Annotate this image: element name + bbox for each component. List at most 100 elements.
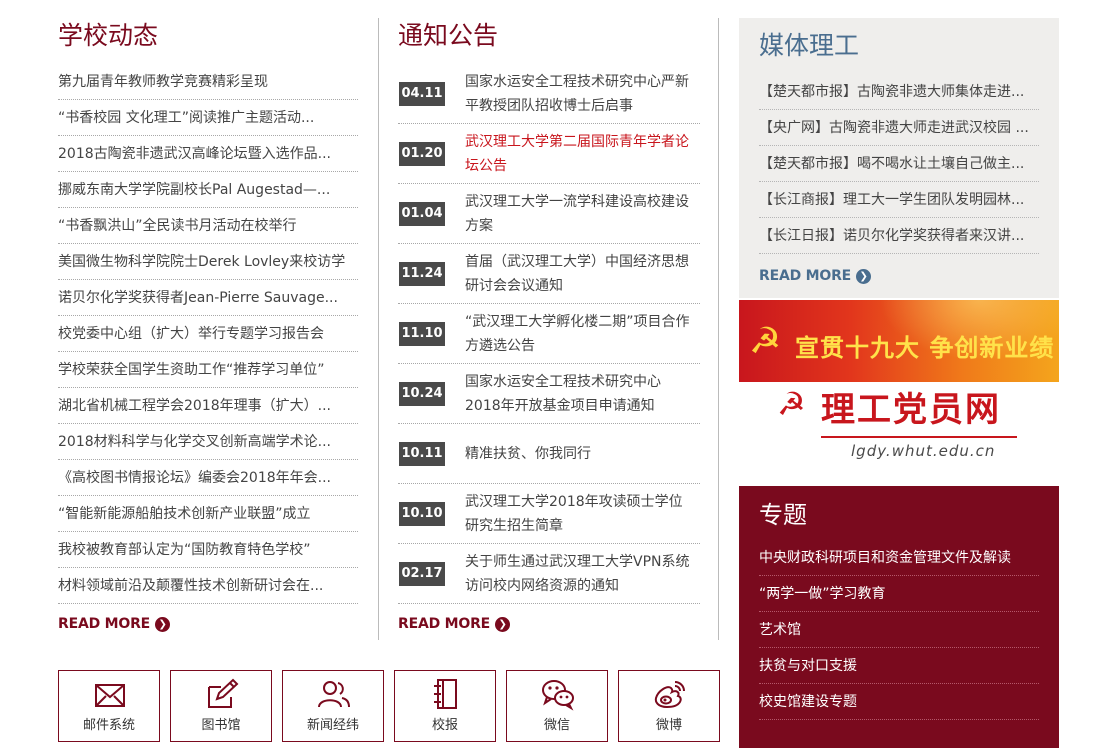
topics-section-title: 专题 xyxy=(759,501,807,529)
news-item[interactable]: 《高校图书情报论坛》编委会2018年年会... xyxy=(58,460,358,496)
quick-link-label: 图书馆 xyxy=(201,718,241,733)
notice-date-badge: 11.10 xyxy=(399,321,445,346)
news-item[interactable]: 挪威东南大学学院副校长Pal Augestad—... xyxy=(58,172,358,208)
notice-title: 武汉理工大学一流学科建设高校建设方案 xyxy=(465,193,689,234)
notice-item[interactable]: 01.20 武汉理工大学第二届国际青年学者论坛公告 xyxy=(398,124,700,184)
hammer-sickle-icon: ☭ xyxy=(777,385,806,423)
topic-item[interactable]: “两学一做”学习教育 xyxy=(759,576,1039,612)
news-item[interactable]: “智能新能源船舶技术创新产业联盟”成立 xyxy=(58,496,358,532)
notice-date-badge: 10.11 xyxy=(399,441,445,466)
notice-item[interactable]: 10.10 武汉理工大学2018年攻读硕士学位研究生招生简章 xyxy=(398,484,700,544)
quick-link-label: 微博 xyxy=(655,718,682,733)
topic-list: 中央财政科研项目和资金管理文件及解读 “两学一做”学习教育 艺术馆 扶贫与对口支援 校史… xyxy=(759,540,1039,720)
newspaper-icon xyxy=(434,679,457,709)
media-section-title: 媒体理工 xyxy=(759,31,860,60)
topics-section: 专题 中央财政科研项目和资金管理文件及解读 “两学一做”学习教育 艺术馆 扶贫与对口支… xyxy=(739,486,1059,748)
quick-link-news[interactable]: 新闻经纬 xyxy=(282,670,384,742)
media-list: 【楚天都市报】古陶瓷非遗大师集体走进... 【央广网】古陶瓷非遗大师走进武汉校园 … xyxy=(759,74,1039,254)
notice-title: 精准扶贫、你我同行 xyxy=(465,445,591,462)
chevron-right-icon: ❯ xyxy=(495,616,511,632)
news-item[interactable]: 湖北省机械工程学会2018年理事（扩大）... xyxy=(58,388,358,424)
notice-date-badge: 11.24 xyxy=(399,261,445,286)
notices-read-more-label: READ MORE xyxy=(398,616,491,632)
party-site-underline xyxy=(821,436,1017,438)
news-item[interactable]: 第九届青年教师教学竞赛精彩呈现 xyxy=(58,64,358,100)
news-item[interactable]: 校党委中心组（扩大）举行专题学习报告会 xyxy=(58,316,358,352)
notice-item[interactable]: 01.04 武汉理工大学一流学科建设高校建设方案 xyxy=(398,184,700,244)
media-item[interactable]: 【长江日报】诺贝尔化学奖获得者来汉讲... xyxy=(759,218,1039,254)
news-item[interactable]: 2018材料科学与化学交叉创新高端学术论... xyxy=(58,424,358,460)
notice-title: 国家水运安全工程技术研究中心2018年开放基金项目申请通知 xyxy=(465,373,661,414)
notice-item[interactable]: 11.10 “武汉理工大学孵化楼二期”项目合作方遴选公告 xyxy=(398,304,700,364)
news-item[interactable]: 2018古陶瓷非遗武汉高峰论坛暨入选作品... xyxy=(58,136,358,172)
topic-item[interactable]: 扶贫与对口支援 xyxy=(759,648,1039,684)
news-read-more-link[interactable]: READ MORE ❯ xyxy=(58,614,358,634)
notice-item[interactable]: 02.17 关于师生通过武汉理工大学VPN系统访问校内网络资源的通知 xyxy=(398,544,700,604)
news-item[interactable]: “书香飘洪山”全民读书月活动在校举行 xyxy=(58,208,358,244)
pen-icon xyxy=(208,678,239,708)
news-item[interactable]: 学校荣获全国学生资助工作“推荐学习单位” xyxy=(58,352,358,388)
notice-item[interactable]: 10.24 国家水运安全工程技术研究中心2018年开放基金项目申请通知 xyxy=(398,364,700,424)
quick-link-label: 校报 xyxy=(431,718,458,733)
notice-title: 关于师生通过武汉理工大学VPN系统访问校内网络资源的通知 xyxy=(465,553,690,594)
media-read-more-link[interactable]: READ MORE ❯ xyxy=(759,266,1039,286)
news-read-more-label: READ MORE xyxy=(58,616,151,632)
notices-section-title: 通知公告 xyxy=(398,21,499,50)
quick-link-weibo[interactable]: 微博 xyxy=(618,670,720,742)
notice-title: 首届（武汉理工大学）中国经济思想研讨会会议通知 xyxy=(465,253,689,294)
media-read-more-label: READ MORE xyxy=(759,268,852,284)
hammer-sickle-icon: ☭ xyxy=(749,321,782,362)
media-item[interactable]: 【楚天都市报】古陶瓷非遗大师集体走进... xyxy=(759,74,1039,110)
column-divider xyxy=(718,18,719,640)
news-item[interactable]: 材料领域前沿及颠覆性技术创新研讨会在... xyxy=(58,568,358,604)
notices-section: 通知公告 04.11 国家水运安全工程技术研究中心严新平教授团队招收博士后启事 01… xyxy=(398,18,700,634)
notice-date-badge: 01.20 xyxy=(399,141,445,166)
quick-link-label: 邮件系统 xyxy=(82,718,135,733)
topic-item[interactable]: 中央财政科研项目和资金管理文件及解读 xyxy=(759,540,1039,576)
notice-item[interactable]: 10.11 精准扶贫、你我同行 xyxy=(398,424,700,484)
news-list: 第九届青年教师教学竞赛精彩呈现 “书香校园 文化理工”阅读推广主题活动... 201… xyxy=(58,64,358,604)
quick-link-label: 新闻经纬 xyxy=(306,718,359,733)
wechat-icon xyxy=(542,680,574,711)
notice-item[interactable]: 04.11 国家水运安全工程技术研究中心严新平教授团队招收博士后启事 xyxy=(398,64,700,124)
media-item[interactable]: 【长江商报】理工大一学生团队发明园林... xyxy=(759,182,1039,218)
party-congress-banner[interactable]: ☭ 宣贯十九大 争创新业绩 xyxy=(739,300,1059,382)
quick-link-label: 微信 xyxy=(543,718,570,733)
news-item[interactable]: 美国微生物科学院院士Derek Lovley来校访学 xyxy=(58,244,358,280)
quick-link-school-paper[interactable]: 校报 xyxy=(394,670,496,742)
chevron-right-icon: ❯ xyxy=(155,616,171,632)
weibo-icon xyxy=(654,681,685,709)
quick-link-wechat[interactable]: 微信 xyxy=(506,670,608,742)
notice-date-badge: 04.11 xyxy=(399,81,445,106)
notice-title: 国家水运安全工程技术研究中心严新平教授团队招收博士后启事 xyxy=(465,73,689,114)
news-item[interactable]: 诺贝尔化学奖获得者Jean-Pierre Sauvage... xyxy=(58,280,358,316)
news-section: 学校动态 第九届青年教师教学竞赛精彩呈现 “书香校园 文化理工”阅读推广主题活动.… xyxy=(58,18,358,634)
notices-read-more-link[interactable]: READ MORE ❯ xyxy=(398,614,700,634)
mail-icon xyxy=(95,684,125,707)
notice-date-badge: 02.17 xyxy=(399,561,445,586)
media-section: 媒体理工 【楚天都市报】古陶瓷非遗大师集体走进... 【央广网】古陶瓷非遗大师走进… xyxy=(739,18,1059,298)
quick-link-mail[interactable]: 邮件系统 xyxy=(58,670,160,742)
news-section-title: 学校动态 xyxy=(58,21,159,50)
column-divider xyxy=(378,18,379,640)
news-item[interactable]: 我校被教育部认定为“国防教育特色学校” xyxy=(58,532,358,568)
party-site-url: lgdy.whut.edu.cn xyxy=(851,442,996,460)
media-item[interactable]: 【央广网】古陶瓷非遗大师走进武汉校园 ... xyxy=(759,110,1039,146)
chevron-right-icon: ❯ xyxy=(856,268,872,284)
news-item[interactable]: “书香校园 文化理工”阅读推广主题活动... xyxy=(58,100,358,136)
people-icon xyxy=(318,681,350,708)
notice-item[interactable]: 11.24 首届（武汉理工大学）中国经济思想研讨会会议通知 xyxy=(398,244,700,304)
notice-title: 武汉理工大学第二届国际青年学者论坛公告 xyxy=(465,133,689,174)
notice-list: 04.11 国家水运安全工程技术研究中心严新平教授团队招收博士后启事 01.20 武汉… xyxy=(398,64,700,604)
party-site-logo-link[interactable]: ☭ 理工党员网 lgdy.whut.edu.cn xyxy=(739,384,1059,474)
topic-item[interactable]: 校史馆建设专题 xyxy=(759,684,1039,720)
notice-date-badge: 10.24 xyxy=(399,381,445,406)
notice-title: “武汉理工大学孵化楼二期”项目合作方遴选公告 xyxy=(465,313,690,354)
quick-link-library[interactable]: 图书馆 xyxy=(170,670,272,742)
party-site-title: 理工党员网 xyxy=(821,390,1001,430)
topic-item[interactable]: 艺术馆 xyxy=(759,612,1039,648)
notice-title: 武汉理工大学2018年攻读硕士学位研究生招生简章 xyxy=(465,493,683,534)
notice-date-badge: 01.04 xyxy=(399,201,445,226)
notice-date-badge: 10.10 xyxy=(399,501,445,526)
media-item[interactable]: 【楚天都市报】喝不喝水让土壤自己做主... xyxy=(759,146,1039,182)
